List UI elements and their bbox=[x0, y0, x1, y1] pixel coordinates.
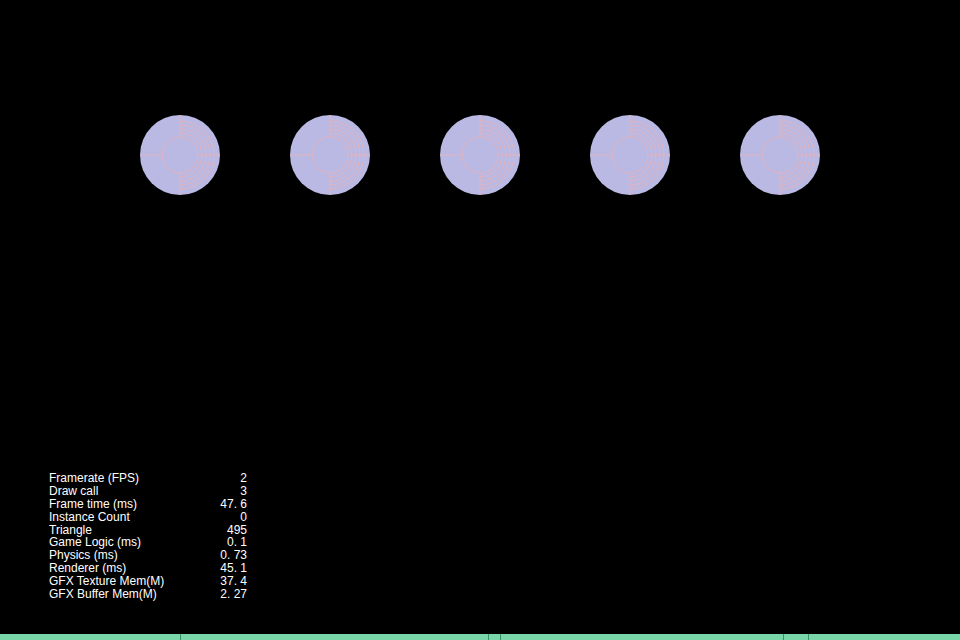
stat-value: 495 bbox=[209, 524, 247, 537]
bottom-bar bbox=[0, 634, 960, 640]
ring-sprite-icon bbox=[140, 115, 220, 195]
stat-value: 37. 4 bbox=[209, 575, 247, 588]
ring-sprite-icon bbox=[290, 115, 370, 195]
stat-value: 3 bbox=[209, 485, 247, 498]
ring-sprite-icon bbox=[590, 115, 670, 195]
stat-label: Frame time (ms) bbox=[49, 498, 209, 511]
stat-label: Physics (ms) bbox=[49, 549, 209, 562]
stat-label: Triangle bbox=[49, 524, 209, 537]
stat-value: 0. 1 bbox=[209, 536, 247, 549]
stat-value: 2 bbox=[209, 472, 247, 485]
sprite-row bbox=[0, 0, 960, 195]
stat-label: Draw call bbox=[49, 485, 209, 498]
stat-value: 0. 73 bbox=[209, 549, 247, 562]
stat-label: Renderer (ms) bbox=[49, 562, 209, 575]
stat-value: 0 bbox=[209, 511, 247, 524]
stat-label: Framerate (FPS) bbox=[49, 472, 209, 485]
stat-label: GFX Texture Mem(M) bbox=[49, 575, 209, 588]
stat-label: GFX Buffer Mem(M) bbox=[49, 588, 209, 601]
stat-value: 45. 1 bbox=[209, 562, 247, 575]
ring-sprite-icon bbox=[440, 115, 520, 195]
stat-value: 2. 27 bbox=[209, 588, 247, 601]
ring-sprite-icon bbox=[740, 115, 820, 195]
stat-value: 47. 6 bbox=[209, 498, 247, 511]
game-scene: Framerate (FPS)2Draw call3Frame time (ms… bbox=[0, 0, 960, 634]
stat-label: Game Logic (ms) bbox=[49, 536, 209, 549]
stat-label: Instance Count bbox=[49, 511, 209, 524]
profiler-stats: Framerate (FPS)2Draw call3Frame time (ms… bbox=[0, 472, 960, 634]
